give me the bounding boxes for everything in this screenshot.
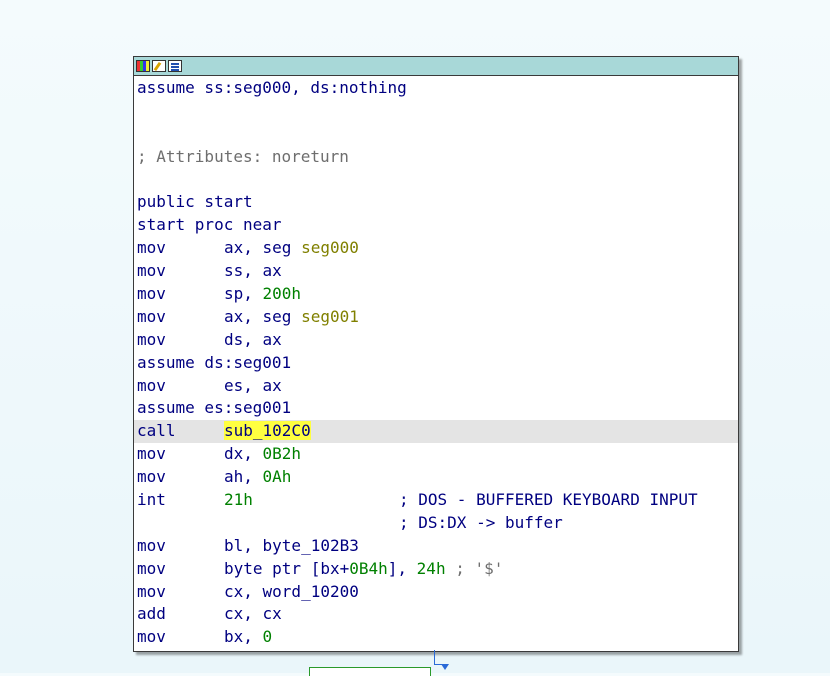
instruction-operand[interactable]: dx, bbox=[224, 444, 263, 463]
code-directive[interactable]: public start bbox=[137, 192, 253, 211]
instruction-operand[interactable]: 0 bbox=[263, 627, 273, 646]
code-line[interactable] bbox=[134, 123, 738, 146]
code-line[interactable]: mov cx, word_10200 bbox=[134, 581, 738, 604]
code-line[interactable]: mov byte ptr [bx+0B4h], 24h ; '$' bbox=[134, 558, 738, 581]
instruction-mnemonic[interactable]: mov bbox=[137, 375, 224, 398]
instruction-operand[interactable]: 21h bbox=[224, 490, 253, 509]
instruction-mnemonic[interactable]: int bbox=[137, 489, 224, 512]
code-line[interactable] bbox=[134, 100, 738, 123]
code-line[interactable] bbox=[134, 169, 738, 192]
flow-edge bbox=[434, 650, 435, 664]
instruction-mnemonic[interactable]: mov bbox=[137, 558, 224, 581]
instruction-operand[interactable]: ds, ax bbox=[224, 330, 282, 349]
instruction-mnemonic[interactable]: mov bbox=[137, 329, 224, 352]
code-line[interactable]: assume ds:seg001 bbox=[134, 352, 738, 375]
instruction-operand[interactable]: 24h bbox=[417, 559, 446, 578]
selected-operand[interactable]: sub_102C0 bbox=[224, 421, 311, 441]
instruction-mnemonic[interactable]: mov bbox=[137, 626, 224, 649]
instruction-operand[interactable]: ah, bbox=[224, 467, 263, 486]
instruction-operand[interactable]: 200h bbox=[263, 284, 302, 303]
code-line[interactable]: ; Attributes: noreturn bbox=[134, 146, 738, 169]
disassembly-listing[interactable]: assume ss:seg000, ds:nothing ; Attributes… bbox=[134, 76, 738, 649]
instruction-operand[interactable]: 0B4h bbox=[349, 559, 388, 578]
instruction-operand[interactable]: 0B2h bbox=[263, 444, 302, 463]
instruction-mnemonic[interactable]: add bbox=[137, 603, 224, 626]
instruction-mnemonic[interactable]: mov bbox=[137, 535, 224, 558]
instruction-operand[interactable]: ax, seg bbox=[224, 238, 301, 257]
code-comment[interactable]: ; '$' bbox=[446, 559, 503, 578]
code-comment[interactable]: ; DOS - BUFFERED KEYBOARD INPUT bbox=[399, 490, 698, 509]
flow-arrow-icon bbox=[441, 664, 449, 670]
instruction-mnemonic[interactable]: mov bbox=[137, 237, 224, 260]
code-line[interactable]: add cx, cx bbox=[134, 603, 738, 626]
code-line[interactable]: assume es:seg001 bbox=[134, 397, 738, 420]
instruction-operand[interactable]: ss, ax bbox=[224, 261, 282, 280]
code-line[interactable]: mov es, ax bbox=[134, 375, 738, 398]
instruction-mnemonic[interactable]: mov bbox=[137, 581, 224, 604]
instruction-operand[interactable]: seg001 bbox=[301, 307, 359, 326]
code-line[interactable]: assume ss:seg000, ds:nothing bbox=[134, 77, 738, 100]
instruction-operand[interactable]: ], bbox=[388, 559, 417, 578]
code-line[interactable]: start proc near bbox=[134, 214, 738, 237]
node-titlebar[interactable] bbox=[134, 57, 738, 76]
code-comment[interactable]: ; Attributes: noreturn bbox=[137, 147, 349, 166]
code-line[interactable]: mov ds, ax bbox=[134, 329, 738, 352]
instruction-mnemonic[interactable]: mov bbox=[137, 283, 224, 306]
instruction-operand[interactable]: bx, bbox=[224, 627, 263, 646]
instruction-mnemonic[interactable]: mov bbox=[137, 260, 224, 283]
instruction-mnemonic[interactable]: call bbox=[137, 420, 224, 443]
graph-node[interactable]: assume ss:seg000, ds:nothing ; Attributes… bbox=[133, 56, 739, 652]
instruction-operand[interactable]: sp, bbox=[224, 284, 263, 303]
next-graph-node[interactable] bbox=[309, 667, 431, 676]
code-directive[interactable]: assume ds:seg001 bbox=[137, 353, 291, 372]
edit-icon[interactable] bbox=[152, 60, 166, 72]
instruction-mnemonic[interactable]: mov bbox=[137, 306, 224, 329]
code-line[interactable]: mov bx, 0 bbox=[134, 626, 738, 649]
code-line[interactable]: call sub_102C0 bbox=[134, 420, 738, 444]
instruction-operand[interactable]: cx, word_10200 bbox=[224, 582, 359, 601]
instruction-operand[interactable]: seg000 bbox=[301, 238, 359, 257]
instruction-operand[interactable]: 0Ah bbox=[263, 467, 292, 486]
code-comment[interactable]: ; DS:DX -> buffer bbox=[399, 513, 563, 532]
instruction-mnemonic[interactable]: mov bbox=[137, 443, 224, 466]
code-line[interactable]: int 21h ; DOS - BUFFERED KEYBOARD INPUT bbox=[134, 489, 738, 512]
code-line[interactable]: mov sp, 200h bbox=[134, 283, 738, 306]
code-line[interactable]: mov dx, 0B2h bbox=[134, 443, 738, 466]
instruction-operand[interactable]: ax, seg bbox=[224, 307, 301, 326]
code-directive[interactable]: start proc near bbox=[137, 215, 282, 234]
code-line[interactable]: ; DS:DX -> buffer bbox=[134, 512, 738, 535]
instruction-operand[interactable]: bl, byte_102B3 bbox=[224, 536, 359, 555]
graph-icon[interactable] bbox=[168, 60, 182, 72]
code-line[interactable]: mov ss, ax bbox=[134, 260, 738, 283]
instruction-operand[interactable]: byte ptr [bx+ bbox=[224, 559, 349, 578]
code-line[interactable]: mov bl, byte_102B3 bbox=[134, 535, 738, 558]
instruction-mnemonic[interactable]: mov bbox=[137, 466, 224, 489]
code-directive[interactable]: assume es:seg001 bbox=[137, 398, 291, 417]
instruction-operand[interactable]: es, ax bbox=[224, 376, 282, 395]
code-line[interactable]: public start bbox=[134, 191, 738, 214]
instruction-operand[interactable]: cx, cx bbox=[224, 604, 282, 623]
code-line[interactable]: mov ax, seg seg000 bbox=[134, 237, 738, 260]
color-icon[interactable] bbox=[136, 60, 150, 72]
code-line[interactable]: mov ax, seg seg001 bbox=[134, 306, 738, 329]
code-line[interactable]: mov ah, 0Ah bbox=[134, 466, 738, 489]
code-directive[interactable]: assume ss:seg000, ds:nothing bbox=[137, 78, 407, 97]
